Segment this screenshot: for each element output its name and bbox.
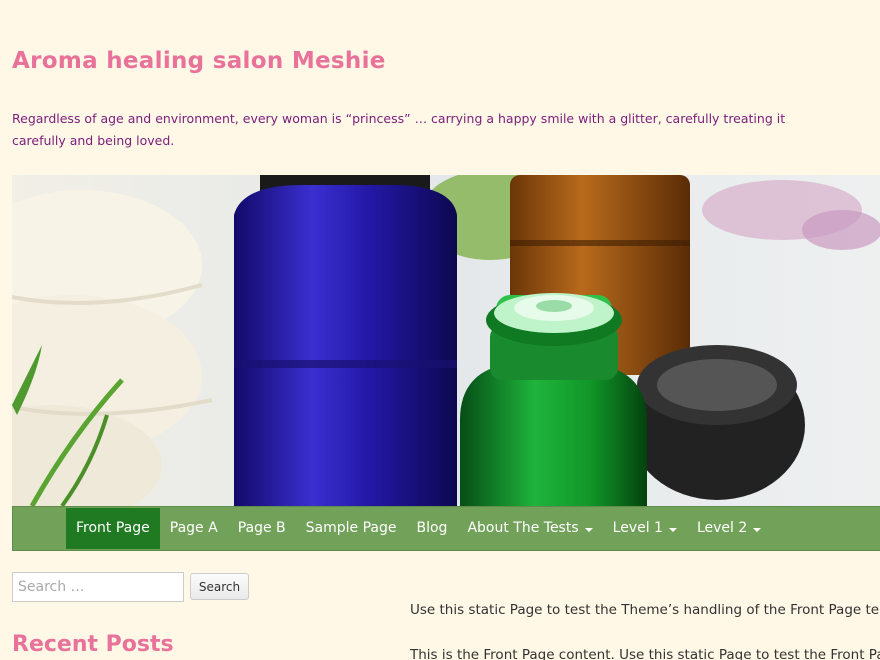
main-navigation: Front Page Page A Page B Sample Page Blo…: [12, 506, 880, 551]
nav-item-label: Page A: [169, 520, 218, 536]
caret-down-icon: [584, 527, 593, 532]
header-image: [12, 175, 880, 506]
content-paragraph: Use this static Page to test the Theme’s…: [410, 602, 880, 618]
nav-item-level-1[interactable]: Level 1: [603, 508, 687, 549]
nav-item-label: Level 1: [612, 520, 663, 536]
search-input[interactable]: [12, 572, 184, 602]
nav-item-label: Sample Page: [305, 520, 397, 536]
nav-item-front-page[interactable]: Front Page: [66, 508, 160, 549]
nav-item-blog[interactable]: Blog: [406, 508, 457, 549]
recent-posts-heading: Recent Posts: [12, 632, 174, 657]
nav-item-page-b[interactable]: Page B: [228, 508, 296, 549]
nav-item-about-the-tests[interactable]: About The Tests: [457, 508, 602, 549]
site-title[interactable]: Aroma healing salon Meshie: [12, 48, 386, 74]
nav-item-level-2[interactable]: Level 2: [687, 508, 771, 549]
nav-item-label: Blog: [416, 520, 448, 536]
nav-item-label: About The Tests: [467, 520, 579, 536]
search-button[interactable]: Search: [190, 573, 249, 600]
caret-down-icon: [753, 527, 762, 532]
nav-item-label: Page B: [237, 520, 286, 536]
nav-item-label: Level 2: [696, 520, 748, 536]
nav-item-sample-page[interactable]: Sample Page: [296, 508, 407, 549]
caret-down-icon: [668, 527, 677, 532]
site-description: Regardless of age and environment, every…: [12, 111, 786, 148]
nav-item-page-a[interactable]: Page A: [160, 508, 228, 549]
nav-item-label: Front Page: [76, 520, 150, 536]
content-paragraph: This is the Front Page content. Use this…: [410, 647, 880, 660]
